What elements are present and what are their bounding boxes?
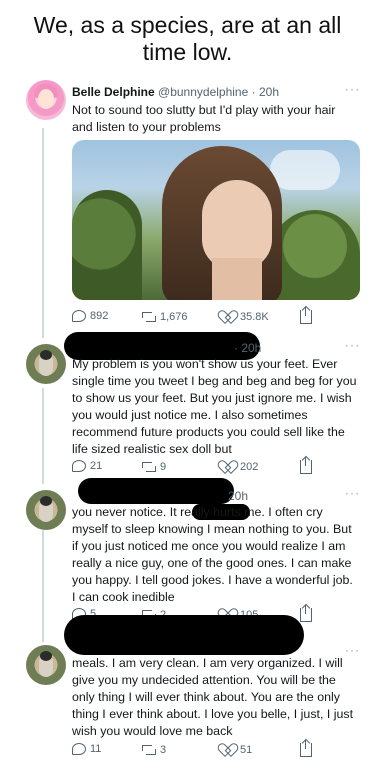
- display-name[interactable]: Belle Delphine: [72, 85, 155, 99]
- retweet-count: 9: [160, 461, 167, 473]
- more-options-icon[interactable]: ···: [345, 82, 360, 96]
- photo-face: [202, 180, 272, 270]
- retweet-icon: [142, 460, 156, 474]
- avatar[interactable]: [26, 645, 66, 685]
- tweet-actions: 21 9 202: [72, 457, 352, 478]
- avatar-bird-head: [40, 651, 52, 661]
- reply-button[interactable]: 21: [72, 460, 102, 472]
- retweet-icon: [142, 310, 156, 324]
- photo-neck: [212, 258, 262, 300]
- timestamp[interactable]: · 20h: [252, 85, 279, 99]
- reply-button[interactable]: 11: [72, 743, 101, 755]
- like-count: 35.8K: [240, 310, 269, 323]
- like-count: 202: [240, 460, 259, 473]
- like-icon: [222, 310, 236, 323]
- like-icon: [222, 743, 236, 756]
- tweet[interactable]: ··· meals. I am very clean. I am very or…: [12, 615, 368, 763]
- more-options-icon[interactable]: ···: [345, 486, 360, 500]
- retweet-button[interactable]: 1,676: [142, 310, 188, 324]
- avatar-face: [38, 89, 54, 109]
- tweet-meta: Belle Delphine @bunnydelphine · 20h: [72, 84, 358, 100]
- share-icon: [300, 307, 312, 324]
- retweet-button[interactable]: 3: [142, 743, 166, 757]
- tweet[interactable]: · 20h ··· My problem is you won't show u…: [12, 332, 368, 482]
- handle[interactable]: @bunnydelphine: [158, 85, 248, 99]
- like-icon: [222, 460, 236, 473]
- retweet-count: 1,676: [160, 311, 188, 323]
- tweet-text: meals. I am very clean. I am very organi…: [72, 656, 354, 738]
- tweet-actions: 892 1,676 35.8K: [72, 307, 352, 328]
- twitter-thread: Belle Delphine @bunnydelphine · 20h Not …: [12, 70, 368, 763]
- tweet-text: Not to sound too slutty but I'd play wit…: [72, 103, 336, 134]
- more-options-icon[interactable]: ···: [345, 338, 360, 352]
- retweet-icon: [142, 743, 156, 757]
- reply-button[interactable]: 892: [72, 310, 108, 322]
- share-button[interactable]: [300, 307, 312, 324]
- like-button[interactable]: 35.8K: [222, 310, 269, 323]
- redacted-username: [64, 615, 304, 655]
- retweet-button[interactable]: 9: [142, 460, 166, 474]
- avatar-bird-head: [40, 496, 52, 506]
- like-button[interactable]: 202: [222, 460, 258, 473]
- share-button[interactable]: [300, 457, 312, 474]
- tweet-photo[interactable]: [72, 140, 360, 300]
- reply-icon: [72, 310, 86, 322]
- tweet[interactable]: 20h ··· you never notice. It really hurt…: [12, 478, 368, 630]
- like-button[interactable]: 51: [222, 743, 252, 756]
- avatar[interactable]: [26, 490, 66, 530]
- meme-caption: We, as a species, are at an all time low…: [33, 12, 342, 65]
- tweet-text: you never notice. It really hurts me. I …: [72, 505, 353, 604]
- reply-icon: [72, 743, 86, 755]
- tweet-text: My problem is you won't show us your fee…: [72, 357, 357, 456]
- like-count: 51: [240, 743, 253, 756]
- reply-icon: [72, 460, 86, 472]
- avatar-bird-head: [40, 350, 52, 360]
- reply-count: 892: [90, 310, 109, 322]
- photo-tree: [72, 190, 142, 300]
- reply-count: 21: [90, 460, 103, 472]
- avatar[interactable]: [26, 80, 66, 120]
- reply-count: 11: [90, 743, 102, 755]
- tweet-actions: 11 3 51: [72, 740, 352, 761]
- avatar[interactable]: [26, 344, 66, 384]
- timestamp[interactable]: 20h: [228, 488, 248, 504]
- tweet[interactable]: Belle Delphine @bunnydelphine · 20h Not …: [12, 70, 368, 332]
- photo-tree: [270, 210, 360, 300]
- photo-cloud: [270, 150, 340, 190]
- share-button[interactable]: [300, 740, 312, 757]
- share-icon: [300, 740, 312, 757]
- retweet-count: 3: [160, 744, 167, 756]
- redacted-username: [78, 478, 234, 504]
- timestamp[interactable]: · 20h: [234, 340, 261, 356]
- share-icon: [300, 457, 312, 474]
